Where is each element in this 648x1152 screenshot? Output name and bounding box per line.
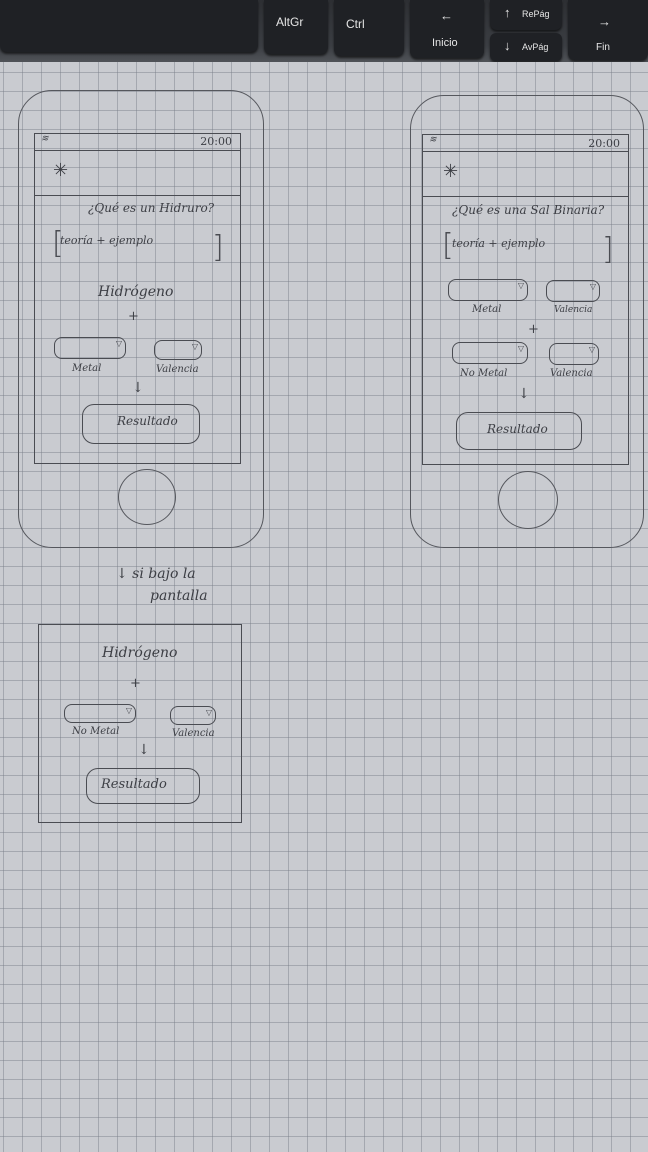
valencia-dropdown[interactable]: ▽ — [546, 280, 600, 302]
result-button[interactable]: Resultado — [82, 404, 200, 444]
metal-label: Metal — [72, 363, 102, 374]
key-avpag-label: AvPág — [522, 42, 549, 52]
no-metal-label: No Metal — [72, 726, 120, 737]
chevron-down-icon: ▽ — [517, 344, 524, 353]
result-button-label: Resultado — [487, 422, 548, 436]
arrow-right-icon: → — [598, 14, 611, 29]
arrow-down-icon: ↓ — [518, 386, 530, 402]
theory-text: teoría + ejemplo — [452, 237, 546, 250]
result-button-label: Resultado — [117, 414, 178, 428]
key-repag-label: RePág — [522, 9, 550, 19]
valencia-dropdown-2[interactable]: ▽ — [549, 343, 599, 365]
home-button[interactable] — [498, 471, 558, 529]
key-avpag[interactable]: ↓ AvPág — [490, 33, 562, 61]
chevron-down-icon: ▽ — [125, 706, 132, 715]
wifi-icon: ≋ — [41, 134, 49, 144]
key-fin-label: Fin — [596, 42, 610, 53]
valencia-dropdown[interactable]: ▽ — [170, 706, 216, 725]
wifi-icon: ≋ — [429, 135, 437, 145]
result-button[interactable]: Resultado — [456, 412, 582, 450]
chevron-down-icon: ▽ — [588, 345, 595, 354]
key-inicio-label: Inicio — [432, 37, 458, 49]
status-bar: ≋ 20:00 — [423, 135, 628, 152]
arrow-left-icon: ← — [440, 8, 453, 23]
valencia-label: Valencia — [156, 364, 199, 375]
key-ctrl-label: Ctrl — [346, 17, 365, 31]
key-altgr-label: AltGr — [276, 15, 304, 29]
theory-bracket-right: ] — [602, 232, 614, 267]
question-title: ¿Qué es un Hidruro? — [88, 201, 215, 215]
no-metal-label: No Metal — [460, 368, 508, 379]
no-metal-dropdown[interactable]: ▽ — [452, 342, 528, 364]
theory-bracket-right: ] — [212, 230, 224, 265]
metal-dropdown[interactable]: ▽ — [448, 279, 528, 301]
key-altgr[interactable]: AltGr — [264, 0, 328, 54]
no-metal-dropdown[interactable]: ▽ — [64, 704, 136, 723]
valencia-dropdown[interactable]: ▽ — [154, 340, 202, 360]
key-fin[interactable]: → Fin — [568, 0, 648, 60]
keyboard-strip: AltGr Ctrl ← Inicio ↑ RePág ↓ AvPág → Fi… — [0, 0, 648, 66]
status-time: 20:00 — [588, 137, 620, 150]
key-repag[interactable]: ↑ RePág — [490, 0, 562, 30]
valencia-label: Valencia — [172, 728, 215, 739]
scroll-note-line2: pantalla — [150, 588, 208, 604]
chevron-down-icon: ▽ — [115, 339, 122, 348]
arrow-down-icon: ↓ — [138, 742, 150, 758]
key-ctrl[interactable]: Ctrl — [334, 0, 404, 56]
asterisk-icon[interactable]: ✳ — [53, 160, 68, 181]
arrow-down-icon: ↓ — [132, 380, 144, 396]
plus-sign: + — [128, 309, 139, 324]
chevron-down-icon: ▽ — [205, 708, 212, 717]
asterisk-icon[interactable]: ✳ — [443, 161, 458, 182]
chevron-down-icon: ▽ — [517, 281, 524, 290]
nav-bar: ✳ — [423, 151, 628, 197]
key-blank[interactable] — [0, 0, 258, 52]
scroll-note-line1: ↓ si bajo la — [116, 566, 196, 582]
chevron-down-icon: ▽ — [191, 342, 198, 351]
result-button[interactable]: Resultado — [86, 768, 200, 804]
plus-sign: + — [528, 322, 539, 337]
arrow-up-icon: ↑ — [504, 5, 511, 20]
home-button[interactable] — [118, 469, 176, 525]
key-inicio[interactable]: ← Inicio — [410, 0, 484, 58]
metal-dropdown[interactable]: ▽ — [54, 337, 126, 359]
arrow-down-icon: ↓ — [504, 38, 511, 53]
plus-sign: + — [130, 676, 141, 691]
valencia-label-2: Valencia — [550, 368, 593, 379]
result-button-label: Resultado — [101, 777, 167, 792]
chevron-down-icon: ▽ — [589, 282, 596, 291]
status-time: 20:00 — [200, 135, 232, 148]
question-title: ¿Qué es una Sal Binaria? — [452, 203, 605, 217]
metal-label: Metal — [472, 304, 502, 315]
nav-bar: ✳ — [35, 150, 240, 196]
element-label: Hidrógeno — [102, 645, 178, 661]
valencia-label: Valencia — [554, 305, 593, 315]
element-label: Hidrógeno — [98, 284, 174, 300]
status-bar: ≋ 20:00 — [35, 134, 240, 151]
theory-text: teoría + ejemplo — [60, 234, 154, 247]
